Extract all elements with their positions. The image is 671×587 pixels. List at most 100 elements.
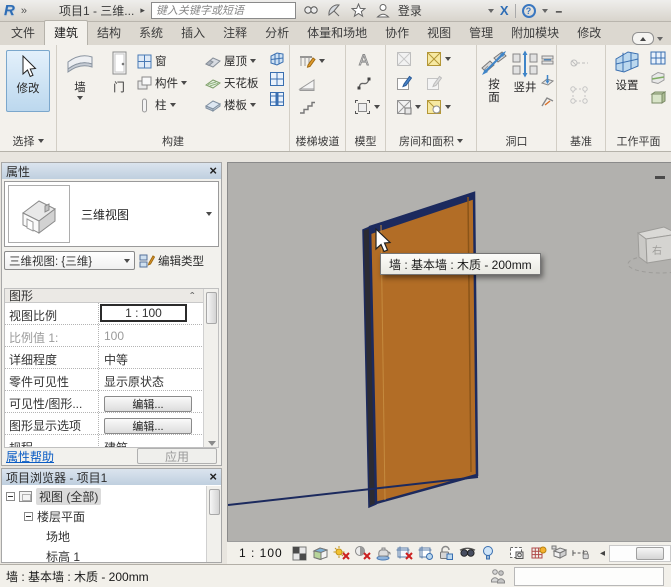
scrollbar-track[interactable] bbox=[609, 545, 671, 562]
temporary-hide-isolate-icon[interactable] bbox=[459, 545, 476, 562]
show-crop-icon[interactable] bbox=[417, 545, 434, 562]
stair-button[interactable] bbox=[298, 99, 316, 115]
detail-level-value[interactable]: 中等 bbox=[98, 347, 218, 368]
ramp-button[interactable] bbox=[298, 77, 316, 91]
group-graphics[interactable]: 图形 ⌃ bbox=[5, 289, 218, 303]
show-workplane-icon[interactable] bbox=[650, 51, 666, 65]
panel-select-label[interactable]: 选择 bbox=[0, 133, 56, 149]
sun-path-icon[interactable] bbox=[333, 545, 350, 562]
tree-item-site[interactable]: 场地 bbox=[2, 526, 221, 546]
tree-item-level1[interactable]: 标高 1 bbox=[2, 546, 221, 562]
drawing-area[interactable]: 右 墙 : 基本墙 : 木质 - 200mm bbox=[227, 162, 671, 541]
area-boundary-button[interactable] bbox=[426, 75, 442, 91]
railing-button[interactable] bbox=[298, 53, 325, 69]
tab-structure[interactable]: 结构 bbox=[88, 21, 130, 45]
modify-button[interactable]: 修改 bbox=[6, 50, 50, 112]
title-flyout-icon[interactable]: ▸ bbox=[140, 5, 145, 16]
component-button[interactable]: 构件 bbox=[137, 75, 187, 91]
wall-button[interactable]: 墙 bbox=[61, 50, 99, 100]
tab-collaborate[interactable]: 协作 bbox=[376, 21, 418, 45]
qat-expand-icon[interactable]: » bbox=[21, 5, 25, 17]
revit-logo-icon[interactable]: R bbox=[4, 1, 15, 21]
expand-minus-icon[interactable] bbox=[24, 512, 33, 521]
unlocked-view-icon[interactable] bbox=[438, 545, 455, 562]
crop-view-icon[interactable] bbox=[396, 545, 413, 562]
tab-massing-site[interactable]: 体量和场地 bbox=[298, 21, 376, 45]
viewer-icon[interactable] bbox=[650, 91, 666, 105]
panel-room-area-label[interactable]: 房间和面积 bbox=[386, 133, 476, 149]
properties-scrollbar[interactable] bbox=[203, 289, 218, 448]
workplane-set-button[interactable]: 设置 bbox=[610, 50, 644, 93]
tab-insert[interactable]: 插入 bbox=[172, 21, 214, 45]
temporary-view-properties-icon[interactable] bbox=[509, 545, 526, 562]
signin-label[interactable]: 登录 bbox=[398, 2, 422, 19]
tree-item-floor-plans[interactable]: 楼层平面 bbox=[2, 506, 221, 526]
tab-file[interactable]: 文件 bbox=[2, 21, 44, 45]
opening-by-face-button[interactable]: 按面 bbox=[480, 50, 508, 105]
show-constraints-icon[interactable] bbox=[572, 545, 589, 562]
tab-analyze[interactable]: 分析 bbox=[256, 21, 298, 45]
model-text-button[interactable]: A bbox=[356, 51, 374, 69]
tab-modify[interactable]: 修改 bbox=[568, 21, 610, 45]
scrollbar-thumb[interactable] bbox=[636, 547, 664, 560]
favorites-star-icon[interactable] bbox=[350, 3, 368, 19]
render-icon[interactable] bbox=[375, 545, 392, 562]
area-button[interactable] bbox=[396, 99, 421, 115]
visibility-edit-button[interactable]: 编辑... bbox=[104, 396, 192, 412]
ribbon-toggle-dropdown-icon[interactable] bbox=[657, 37, 663, 41]
scroll-left-icon[interactable]: ◂ bbox=[596, 548, 609, 559]
room-tag-button[interactable] bbox=[426, 51, 451, 67]
ribbon-state-toggle[interactable] bbox=[632, 32, 669, 45]
reveal-hidden-icon[interactable] bbox=[480, 545, 497, 562]
parts-visibility-value[interactable]: 显示原状态 bbox=[98, 369, 218, 390]
dormer-opening-icon[interactable] bbox=[541, 95, 554, 108]
signin-dropdown-icon[interactable] bbox=[488, 9, 494, 13]
status-filter-field[interactable] bbox=[514, 567, 664, 586]
properties-close-icon[interactable]: × bbox=[209, 165, 217, 177]
level-button[interactable] bbox=[569, 57, 589, 70]
tab-systems[interactable]: 系统 bbox=[130, 21, 172, 45]
roof-button[interactable]: 屋顶 bbox=[205, 53, 256, 69]
help-icon[interactable]: ? bbox=[522, 4, 536, 18]
shadows-icon[interactable] bbox=[354, 545, 371, 562]
column-button[interactable]: 柱 bbox=[137, 97, 176, 113]
door-button[interactable]: 门 bbox=[103, 50, 135, 95]
scale-button[interactable]: 1 : 100 bbox=[239, 546, 283, 560]
opening-shaft-button[interactable]: 竖井 bbox=[510, 50, 540, 95]
signin-person-icon[interactable] bbox=[374, 3, 392, 19]
floor-button[interactable]: 楼板 bbox=[205, 97, 256, 113]
minimize-button[interactable]: – bbox=[556, 4, 563, 18]
tab-architecture[interactable]: 建筑 bbox=[44, 20, 88, 45]
group-collapse-icon[interactable]: ⌃ bbox=[188, 291, 196, 300]
room-button[interactable] bbox=[396, 51, 412, 67]
wall-opening-icon[interactable] bbox=[541, 53, 554, 66]
ribbon-minimize-icon[interactable] bbox=[632, 32, 654, 45]
help-dropdown-icon[interactable] bbox=[542, 9, 548, 13]
curtain-system-icon[interactable] bbox=[269, 51, 285, 67]
window-button[interactable]: 窗 bbox=[137, 53, 167, 69]
area-tag-button[interactable] bbox=[426, 99, 451, 115]
model-group-button[interactable] bbox=[354, 99, 380, 115]
search-icon[interactable] bbox=[302, 3, 320, 19]
tab-addins[interactable]: 附加模块 bbox=[502, 21, 568, 45]
room-separator-button[interactable] bbox=[396, 75, 412, 91]
displace-elements-icon[interactable] bbox=[551, 545, 568, 562]
properties-help-link[interactable]: 属性帮助 bbox=[6, 448, 54, 465]
curtain-grid-icon[interactable] bbox=[269, 71, 285, 87]
tab-annotate[interactable]: 注释 bbox=[214, 21, 256, 45]
visual-style-icon[interactable] bbox=[312, 545, 329, 562]
exchange-apps-icon[interactable]: X bbox=[500, 3, 509, 18]
display-options-edit-button[interactable]: 编辑... bbox=[104, 418, 192, 434]
mullion-icon[interactable] bbox=[269, 91, 285, 107]
expand-minus-icon[interactable] bbox=[6, 492, 15, 501]
view-window-restore-icon[interactable] bbox=[655, 176, 665, 179]
tab-view[interactable]: 视图 bbox=[418, 21, 460, 45]
grid-button[interactable] bbox=[569, 85, 589, 105]
detail-level-icon[interactable] bbox=[291, 545, 308, 562]
project-browser-close-icon[interactable]: × bbox=[209, 471, 217, 483]
ref-plane-icon[interactable] bbox=[650, 71, 666, 85]
ceiling-button[interactable]: 天花板 bbox=[205, 75, 259, 91]
tree-item-views[interactable]: 视图 (全部) bbox=[2, 486, 221, 506]
apply-button[interactable]: 应用 bbox=[137, 448, 217, 464]
worksharing-icon[interactable] bbox=[490, 568, 506, 584]
